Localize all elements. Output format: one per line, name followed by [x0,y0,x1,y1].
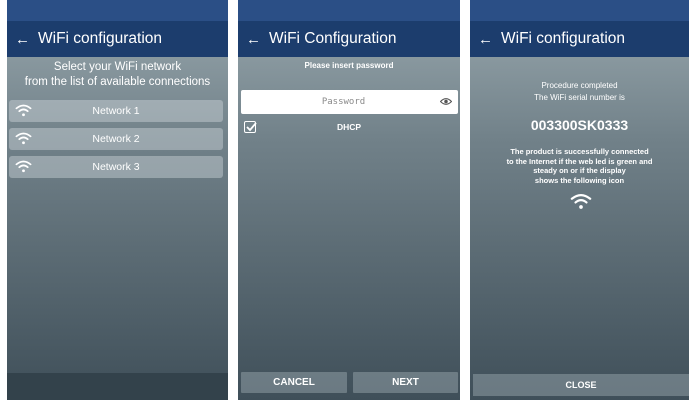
completion-screen: ← WiFi configuration Procedure completed… [470,0,689,400]
screen-title: WiFi configuration [501,30,626,47]
instructions-line: from the list of available connections [24,76,211,88]
serial-number: 003300SK0333 [530,117,629,133]
password-input[interactable] [241,90,458,114]
network-name: Network 2 [92,133,140,145]
wifi-icon [15,160,32,173]
back-arrow-icon[interactable]: ← [246,31,261,48]
status-bar [238,0,460,21]
next-button[interactable]: NEXT [353,372,458,393]
dhcp-label: DHCP [336,122,362,132]
network-name: Network 3 [92,161,140,173]
cancel-button[interactable]: CANCEL [241,372,347,393]
procedure-line: The WiFi serial number is [534,93,625,102]
back-arrow-icon[interactable]: ← [478,31,493,48]
wifi-icon [15,132,32,145]
password-prompt: Please insert password [304,61,394,70]
back-arrow-icon[interactable]: ← [15,31,30,48]
network-item-2[interactable]: Network 2 [9,128,223,150]
screen-title: WiFi Configuration [269,30,397,47]
wifi-icon [570,193,592,209]
status-bar [470,0,689,21]
success-line: to the Internet if the web led is green … [506,156,653,166]
status-bar [7,0,228,21]
instructions-line: Select your WiFi network [53,61,182,73]
password-field[interactable] [241,90,458,114]
network-name: Network 1 [92,105,140,117]
network-item-3[interactable]: Network 3 [9,156,223,178]
success-line: steady on or if the display [533,166,626,175]
app-bar: ← WiFi configuration [470,21,689,57]
dhcp-option: DHCP [244,121,460,135]
close-button[interactable]: CLOSE [473,374,689,396]
procedure-line: Procedure completed [541,81,618,90]
network-item-1[interactable]: Network 1 [9,100,223,122]
app-bar: ← WiFi Configuration [238,21,460,57]
network-select-screen: ← WiFi configuration Select your WiFi ne… [7,0,228,400]
app-bar: ← WiFi configuration [7,21,228,57]
eye-icon[interactable] [440,97,452,106]
success-message: The product is successfully connected to… [470,147,689,185]
success-line: The product is successfully connected [510,147,649,156]
success-line: shows the following icon [534,175,625,185]
password-screen: ← WiFi Configuration Please insert passw… [238,0,460,400]
network-list: Network 1 Network 2 Network 3 [9,100,223,184]
procedure-message: Procedure completed The WiFi serial numb… [470,80,689,104]
instructions: Select your WiFi network from the list o… [7,60,228,90]
wifi-icon [15,104,32,117]
bottom-bar [7,373,228,400]
screen-title: WiFi configuration [38,30,163,47]
